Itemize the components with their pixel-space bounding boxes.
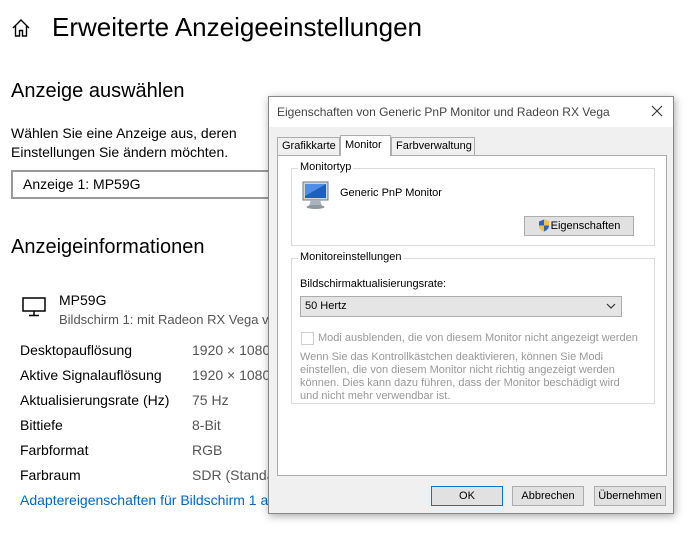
properties-dialog: Eigenschaften von Generic PnP Monitor un… — [268, 96, 674, 514]
monitor-name: MP59G — [59, 292, 107, 308]
monitor-properties-button[interactable]: Eigenschaften — [524, 216, 634, 236]
monitor-type-group: Monitortyp Generic PnP Monitor Eigenscha… — [291, 161, 655, 246]
info-key: Desktopauflösung — [20, 342, 133, 358]
info-value: 1920 × 1080 — [192, 342, 269, 358]
monitor-properties-label: Eigenschaften — [550, 220, 621, 232]
info-key: Aktive Signalauflösung — [20, 367, 162, 383]
hide-modes-warning: Wenn Sie das Kontrollkästchen deaktivier… — [300, 351, 620, 402]
monitor-settings-label: Monitoreinstellungen — [298, 251, 404, 263]
refresh-rate-select[interactable]: 50 Hertz — [300, 296, 622, 317]
monitor-icon — [22, 297, 46, 317]
shield-icon — [538, 219, 549, 232]
monitor-type-label: Monitortyp — [298, 161, 354, 173]
info-row: Farbformat RGB — [20, 442, 269, 462]
info-row: Farbraum SDR (Standard Dynamic Range) — [20, 467, 269, 487]
monitor-type-name: Generic PnP Monitor — [340, 187, 442, 199]
page-title: Erweiterte Anzeigeeinstellungen — [52, 12, 423, 42]
home-icon[interactable] — [10, 17, 32, 39]
chevron-down-icon — [606, 303, 616, 309]
info-key: Bittiefe — [20, 417, 63, 433]
tab-farbverwaltung[interactable]: Farbverwaltung — [391, 137, 475, 155]
display-select[interactable]: Anzeige 1: MP59G — [11, 170, 279, 199]
tab-grafikkarte[interactable]: Grafikkarte — [277, 137, 340, 155]
monitor-tab-panel: Monitortyp Generic PnP Monitor Eigenscha… — [277, 155, 667, 476]
info-key: Farbraum — [20, 467, 81, 483]
display-info-heading: Anzeigeinformationen — [11, 236, 205, 258]
refresh-rate-value: 50 Hertz — [305, 300, 347, 312]
info-value: 8-Bit — [192, 417, 221, 433]
monitor-connection: Bildschirm 1: mit Radeon RX Vega verbund… — [59, 312, 269, 327]
info-row: Aktive Signalauflösung 1920 × 1080 — [20, 367, 269, 387]
ok-button[interactable]: OK — [431, 486, 503, 506]
info-value: SDR (Standard Dynamic Range) — [192, 467, 269, 483]
info-value: 1920 × 1080 — [192, 367, 269, 383]
select-display-description: Wählen Sie eine Anzeige aus, deren Einst… — [11, 125, 237, 160]
hide-modes-checkbox[interactable] — [301, 332, 314, 345]
info-row: Aktualisierungsrate (Hz) 75 Hz — [20, 392, 269, 412]
adapter-properties-link[interactable]: Adaptereigenschaften für Bildschirm 1 an… — [20, 492, 270, 508]
info-value: RGB — [192, 442, 223, 458]
dialog-title: Eigenschaften von Generic PnP Monitor un… — [277, 105, 610, 119]
tab-monitor[interactable]: Monitor — [340, 135, 391, 156]
info-row: Desktopauflösung 1920 × 1080 — [20, 342, 269, 362]
refresh-rate-label: Bildschirmaktualisierungsrate: — [300, 278, 447, 290]
monitor-settings-group: Monitoreinstellungen Bildschirmaktualisi… — [291, 251, 655, 404]
select-display-heading: Anzeige auswählen — [11, 80, 185, 102]
apply-button[interactable]: Übernehmen — [594, 486, 666, 506]
info-value: 75 Hz — [192, 392, 229, 408]
info-row: Bittiefe 8-Bit — [20, 417, 269, 437]
cancel-button[interactable]: Abbrechen — [512, 486, 584, 506]
hide-modes-label: Modi ausblenden, die von diesem Monitor … — [318, 332, 638, 344]
info-key: Aktualisierungsrate (Hz) — [20, 392, 170, 408]
info-key: Farbformat — [20, 442, 89, 458]
close-icon[interactable] — [649, 103, 665, 119]
dialog-titlebar[interactable]: Eigenschaften von Generic PnP Monitor un… — [269, 97, 673, 127]
monitor-pc-icon — [302, 181, 329, 209]
